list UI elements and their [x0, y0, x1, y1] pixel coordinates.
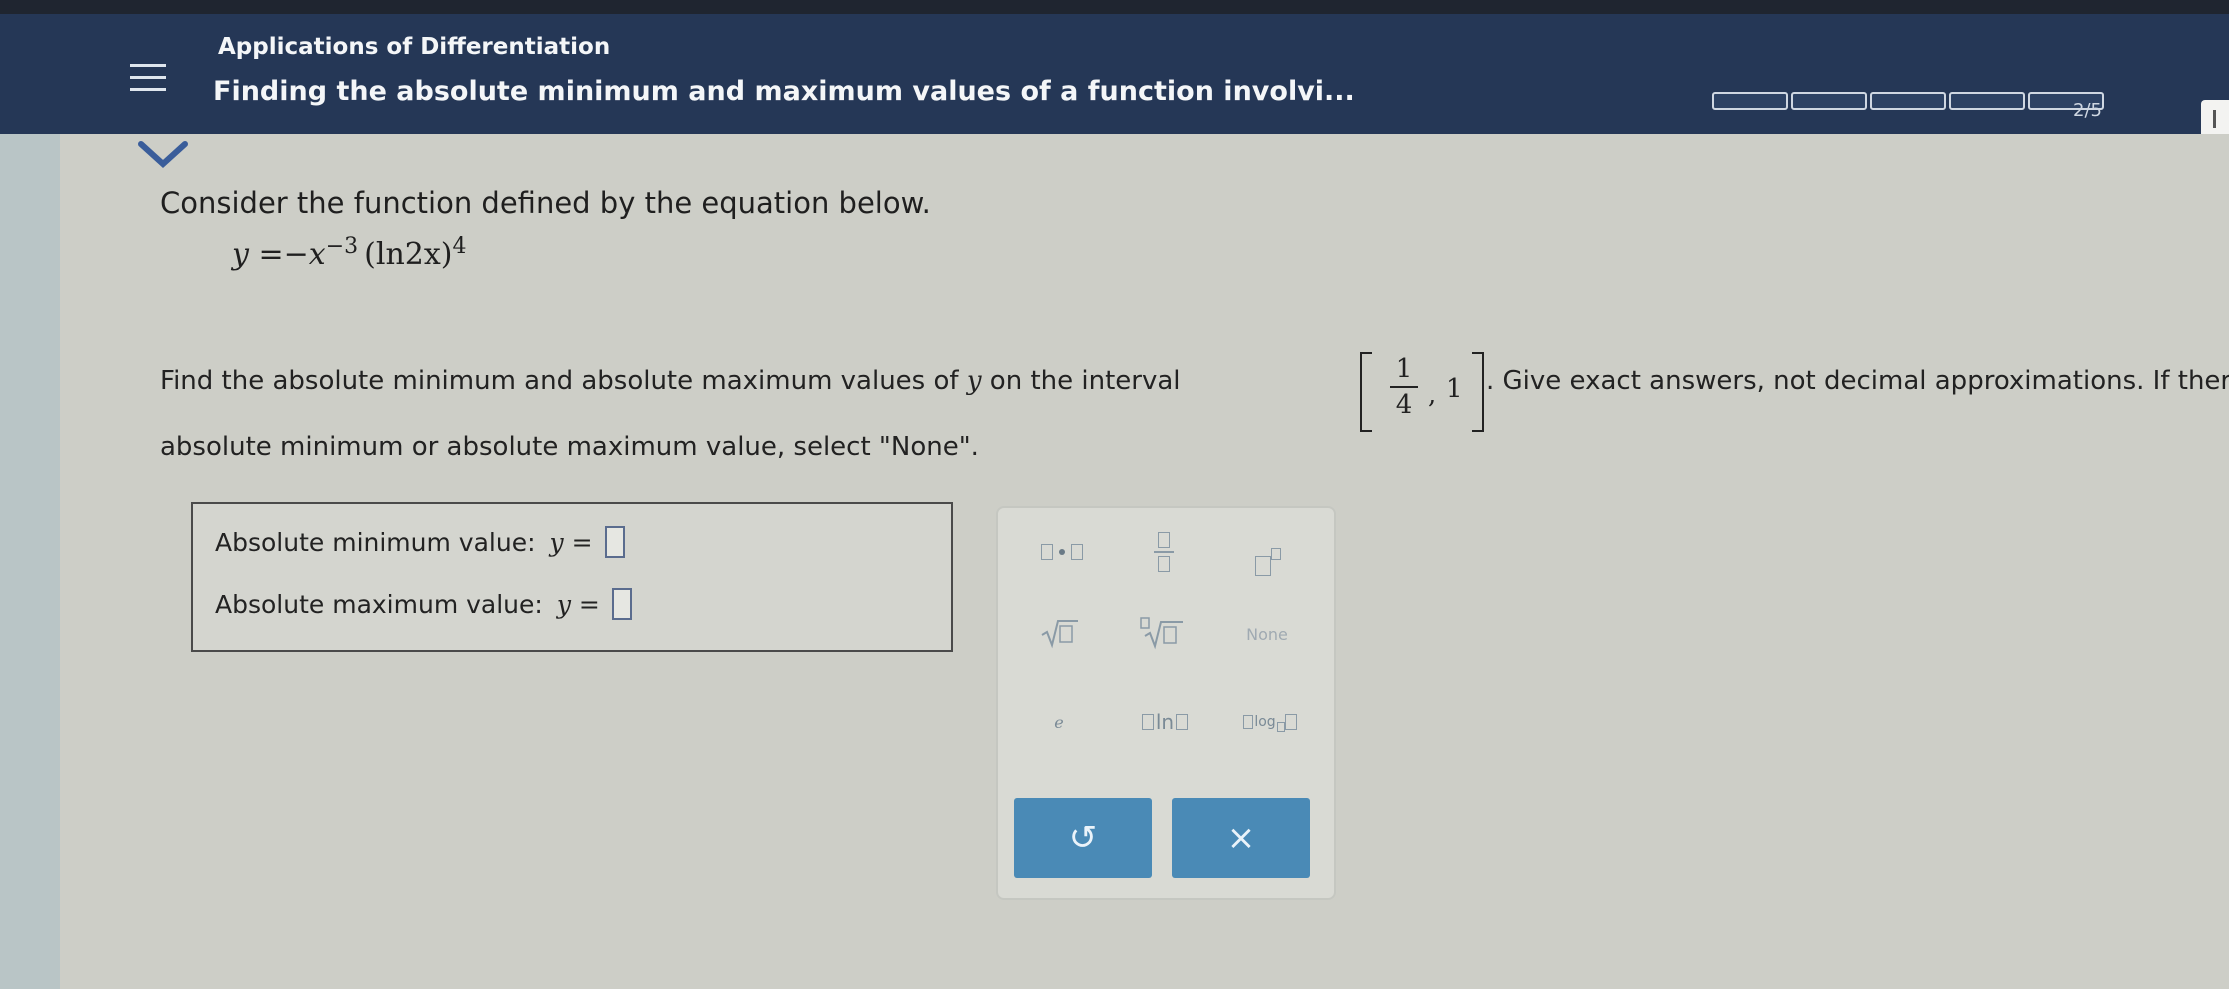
- question-intro: Consider the function defined by the equ…: [160, 186, 931, 220]
- eq-log-exponent: 4: [452, 234, 467, 259]
- eq-negative: −: [283, 237, 309, 272]
- max-value-input[interactable]: [611, 588, 632, 620]
- left-bar: [0, 134, 60, 989]
- collapse-chevron-icon[interactable]: [133, 138, 193, 172]
- menu-icon[interactable]: [130, 60, 170, 100]
- exponent-button[interactable]: [1238, 526, 1298, 576]
- progress-count: 2/5: [2073, 100, 2102, 121]
- progress-segment: [1949, 92, 2025, 110]
- math-keypad: None e ln log ↺ ×: [996, 506, 1336, 900]
- header-bar: Applications of Differentiation Finding …: [0, 14, 2229, 140]
- lesson-title: Finding the absolute minimum and maximum…: [213, 76, 1355, 107]
- eq-equals: =: [258, 237, 284, 272]
- prompt-line-1: Find the absolute minimum and absolute m…: [160, 366, 1181, 396]
- multiply-button[interactable]: [1030, 530, 1094, 574]
- nth-root-button[interactable]: [1130, 608, 1194, 658]
- right-bracket: [1472, 352, 1484, 432]
- left-bracket: [1360, 352, 1372, 432]
- prompt-line-1-rest: . Give exact answers, not decimal approx…: [1486, 366, 2229, 396]
- e-button[interactable]: e: [1034, 702, 1084, 742]
- undo-button[interactable]: ↺: [1014, 798, 1152, 878]
- progress-segment: [1870, 92, 1946, 110]
- max-row: Absolute maximum value: y =: [215, 588, 632, 620]
- min-value-input[interactable]: [604, 526, 625, 558]
- eq-lhs: y: [232, 237, 249, 272]
- eq-log-expression: (ln2x): [364, 237, 453, 272]
- function-equation: y =−x−3 (ln2x)4: [232, 234, 466, 272]
- clear-button[interactable]: ×: [1172, 798, 1310, 878]
- sqrt-button[interactable]: [1028, 608, 1092, 658]
- fraction-button[interactable]: [1134, 522, 1194, 582]
- prompt-line-2: absolute minimum or absolute maximum val…: [160, 432, 979, 462]
- progress-bar: [1712, 92, 2104, 110]
- top-strip: [0, 0, 2229, 14]
- prompt-variable: y: [966, 366, 982, 396]
- none-button[interactable]: None: [1232, 614, 1302, 654]
- ln-button[interactable]: ln: [1126, 700, 1204, 744]
- eq-exponent: −3: [325, 234, 359, 259]
- answer-box: Absolute minimum value: y = Absolute max…: [191, 502, 953, 652]
- interval-fraction: 1 4: [1390, 354, 1418, 420]
- progress-segment: [1712, 92, 1788, 110]
- question-area: Consider the function defined by the equ…: [0, 134, 2229, 989]
- min-row: Absolute minimum value: y =: [215, 526, 625, 558]
- log-button[interactable]: log: [1230, 700, 1310, 744]
- progress-segment: [1791, 92, 1867, 110]
- eq-base: x: [308, 237, 326, 272]
- topic-title: Applications of Differentiation: [218, 34, 611, 60]
